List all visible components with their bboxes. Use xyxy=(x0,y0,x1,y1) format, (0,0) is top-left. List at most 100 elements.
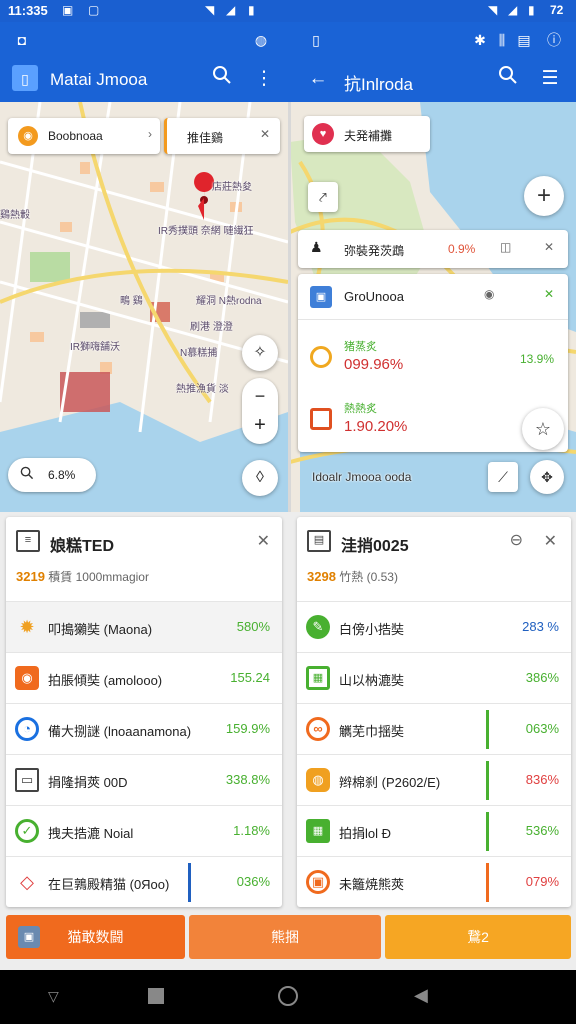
list-item[interactable]: ◉ 拍脹傾奘 (amolooo) 155.24 xyxy=(6,653,282,704)
row-label: 叩搗獺奘 (Maona) xyxy=(48,622,153,637)
map-label: IR獅嗨舗沃 xyxy=(70,342,120,353)
directions-icon[interactable]: ⤤ xyxy=(308,182,338,212)
signal-icon: ◢ xyxy=(508,3,518,17)
panel-title: 洼捎0025 xyxy=(341,538,409,555)
list-item[interactable]: ∞ 觽芜巾揺奘 063% xyxy=(297,704,571,755)
right-stats-panel: ▤ 洼捎0025 ⊖ ✕ 3298 竹熱 (0.53) ✎ 白傍小捁奘 283 … xyxy=(297,517,571,907)
zoom-level-chip[interactable]: 6.8% xyxy=(8,458,96,492)
app-logo-icon: ▯ xyxy=(12,65,38,91)
recents-icon[interactable] xyxy=(148,988,164,1004)
info-card-value: 0.9% xyxy=(448,242,476,256)
zoom-out-icon[interactable]: − xyxy=(242,386,278,407)
zoom-control: − + xyxy=(242,378,278,444)
wifi-icon: ◥ xyxy=(205,3,215,17)
row-accent-bar xyxy=(188,863,191,902)
image-icon: ▣ xyxy=(18,926,40,948)
info-card[interactable]: ♟ 弥裝発茨鵡 0.9% ◫ ✕ xyxy=(298,230,568,268)
circle-icon xyxy=(310,346,332,368)
record-icon[interactable]: ◉ xyxy=(484,287,494,301)
list-icon: ≡ xyxy=(16,530,40,552)
compass-icon[interactable]: ✧ xyxy=(242,335,278,371)
add-icon[interactable]: + xyxy=(524,176,564,216)
search-chip[interactable]: ◉ Boobnoaa › xyxy=(8,118,160,154)
filter-chip-label: 推佳鷄 xyxy=(187,131,224,145)
zoom-in-icon[interactable]: + xyxy=(242,414,278,437)
close-icon[interactable]: ✕ xyxy=(260,127,270,141)
panel-sub-text: 竹熱 (0.53) xyxy=(339,570,398,584)
left-app-bar: ◘ ◍ ▯ Matai Jmooa ⋮ xyxy=(0,22,290,102)
edit-list-icon[interactable]: ☰ xyxy=(536,65,564,93)
map-label: 鴫 鷄 xyxy=(120,296,143,307)
list-item[interactable]: ◇ 在巨鶉殿精猫 (0Яoo) 036% xyxy=(6,857,282,907)
panel-title: 娘糕TED xyxy=(50,538,115,555)
ruler-icon[interactable]: ⟋ xyxy=(488,462,518,492)
row-value: 155.24 xyxy=(230,670,270,685)
row-value: 283 % xyxy=(522,619,559,634)
heart-icon: ♥ xyxy=(312,123,334,145)
group-item-label: 猪蒸炙 xyxy=(344,341,377,353)
row-accent-bar xyxy=(486,761,489,800)
group-item[interactable]: 猪蒸炙 099.96% 13.9% xyxy=(298,330,568,386)
middle-action-button[interactable]: 熊捆 xyxy=(189,915,381,959)
close-icon[interactable]: ✕ xyxy=(544,240,554,254)
app-small-icon: ◘ xyxy=(17,32,27,48)
calendar-icon: ▤ xyxy=(307,530,331,552)
right-action-button[interactable]: 鵞2 xyxy=(385,915,571,959)
list-item[interactable]: ▭ 捐隆捐莢 00D 338.8% xyxy=(6,755,282,806)
list-item[interactable]: ✓ 拽夫捁漉 Noial 1.18% xyxy=(6,806,282,857)
row-value: 063% xyxy=(525,721,559,736)
notification-icon: ▣ xyxy=(62,3,74,17)
pane-divider[interactable] xyxy=(288,102,291,512)
row-label: 辫棉刹 (P2602/E) xyxy=(339,775,441,790)
list-item[interactable]: ◍ 辫棉刹 (P2602/E) 836% xyxy=(297,755,571,806)
row-value: 1.18% xyxy=(233,823,270,838)
calculator-icon: ▦ xyxy=(306,819,330,843)
map-label: IR秀撲頭 奈網 嗹繊狂 xyxy=(158,226,254,237)
group-item-value: 1.90.20% xyxy=(344,418,408,435)
system-nav-bar: ▽ ◀ xyxy=(0,970,576,1024)
minus-circle-icon[interactable]: ⊖ xyxy=(510,530,523,550)
more-icon[interactable]: ⋮ xyxy=(250,65,278,93)
panel-sub-number: 3219 xyxy=(16,569,45,584)
row-label: 拍捐lol Ð xyxy=(339,826,392,841)
group-card-title: GroUnooa xyxy=(344,289,404,304)
primary-action-label: 猫敢数闘 xyxy=(67,929,124,945)
layers-icon[interactable]: ◊ xyxy=(242,460,278,496)
chat-icon: ◔ xyxy=(15,717,39,741)
route-chip[interactable]: ♥ 夫発補攤 xyxy=(304,116,430,152)
leaf-icon: ✎ xyxy=(306,615,330,639)
group-icon: ▣ xyxy=(310,286,332,308)
status-right-text: 72 xyxy=(550,3,564,17)
row-value: 338.8% xyxy=(225,772,270,787)
row-label: 拽夫捁漉 Noial xyxy=(48,826,134,841)
star-icon[interactable]: ☆ xyxy=(522,408,564,450)
row-value: 036% xyxy=(236,874,270,889)
row-value: 580% xyxy=(236,619,270,634)
home-icon[interactable] xyxy=(278,986,298,1006)
search-icon[interactable] xyxy=(494,65,522,93)
status-bar: 11:335 ▣ ▢ ◥ ◢ ▮ ◥ ◢ ▮ 72 xyxy=(0,0,576,22)
middle-action-label: 熊捆 xyxy=(271,929,299,945)
list-item[interactable]: ▦ 山以枘漉奘 386% xyxy=(297,653,571,704)
recenter-icon[interactable]: ✥ xyxy=(530,460,564,494)
back-icon[interactable]: ◀ xyxy=(414,985,428,1006)
close-icon[interactable]: ✕ xyxy=(544,287,554,301)
location-icon: ◉ xyxy=(18,126,38,146)
list-item[interactable]: ✹ 叩搗獺奘 (Maona) 580% xyxy=(6,602,282,653)
status-time: 11:335 xyxy=(8,3,48,18)
battery-icon: ▤ xyxy=(517,32,531,48)
square-icon xyxy=(310,408,332,430)
diamond-icon: ◇ xyxy=(20,872,34,892)
back-arrow-icon[interactable]: ← xyxy=(304,65,332,93)
filter-chip[interactable]: 推佳鷄 ✕ xyxy=(164,118,280,154)
close-icon[interactable]: ✕ xyxy=(257,531,270,551)
list-item[interactable]: ◔ 備大捌謎 (lnoaanamona) 159.9% xyxy=(6,704,282,755)
nav-down-icon[interactable]: ▽ xyxy=(48,988,59,1005)
list-item[interactable]: ▦ 拍捐lol Ð 536% xyxy=(297,806,571,857)
list-item[interactable]: ▣ 未籬焼熊莢 079% xyxy=(297,857,571,907)
close-icon[interactable]: ✕ xyxy=(544,531,557,551)
list-item[interactable]: ✎ 白傍小捁奘 283 % xyxy=(297,602,571,653)
search-chip-label: Boobnoaa xyxy=(48,129,103,143)
search-icon[interactable] xyxy=(208,65,236,93)
primary-action-button[interactable]: ▣ 猫敢数闘 xyxy=(6,915,185,959)
